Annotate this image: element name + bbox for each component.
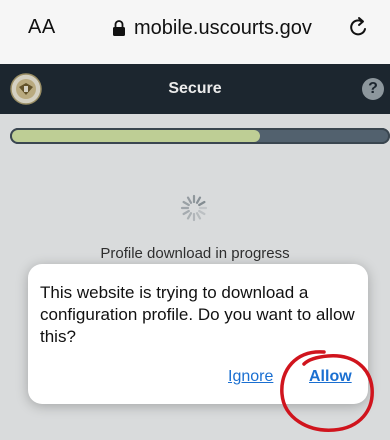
dialog-message: This website is trying to download a con… (40, 283, 355, 346)
screen: AA mobile.uscourts.gov Secure ? Profile … (0, 0, 390, 440)
ignore-button[interactable]: Ignore (228, 368, 273, 386)
url-field[interactable]: mobile.uscourts.gov (112, 14, 312, 42)
browser-address-bar: AA mobile.uscourts.gov (0, 0, 390, 64)
url-text: mobile.uscourts.gov (134, 16, 312, 39)
lock-icon (113, 20, 125, 36)
text-size-button[interactable]: AA (28, 16, 56, 39)
allow-button[interactable]: Allow (309, 368, 352, 386)
text-size-label: AA (28, 16, 56, 38)
reload-icon[interactable] (344, 14, 372, 42)
download-profile-dialog: This website is trying to download a con… (28, 264, 368, 404)
